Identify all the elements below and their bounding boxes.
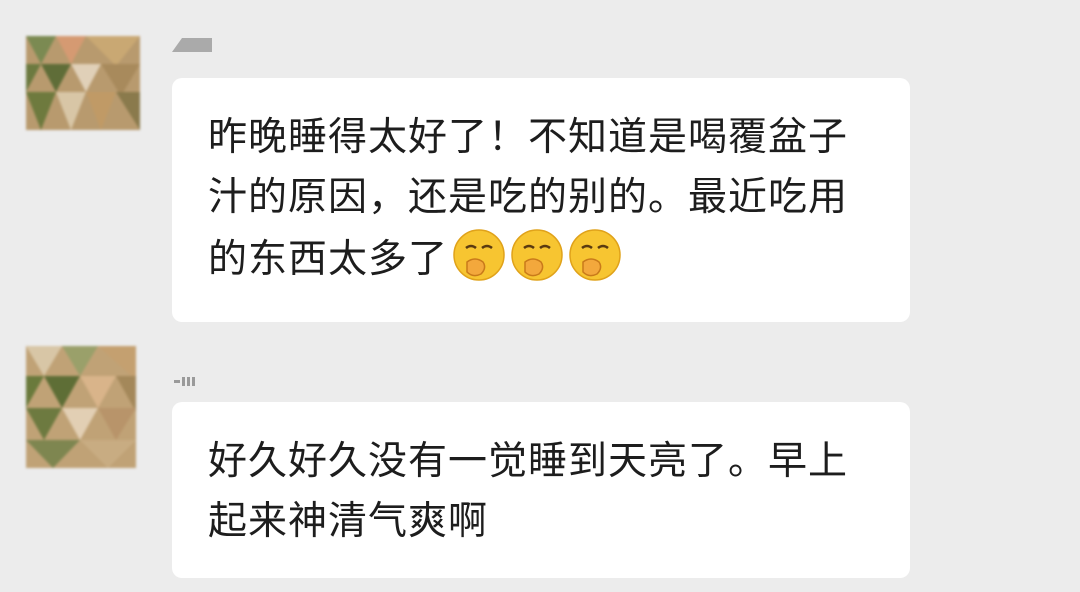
message-bubble: 好久好久没有一觉睡到天亮了。早上起来神清气爽啊 <box>172 402 910 578</box>
nickname-blurred <box>168 36 216 56</box>
hand-over-mouth-icon <box>452 228 506 282</box>
nickname-blurred <box>168 372 208 392</box>
hand-over-mouth-icon <box>510 228 564 282</box>
message-bubble: 昨晚睡得太好了！不知道是喝覆盆子汁的原因，还是吃的别的。最近吃用的东西太多了 <box>172 78 910 322</box>
hand-over-mouth-icon <box>568 228 622 282</box>
avatar[interactable] <box>26 36 140 130</box>
message-text: 好久好久没有一觉睡到天亮了。早上起来神清气爽啊 <box>208 439 849 544</box>
avatar[interactable] <box>26 346 136 468</box>
